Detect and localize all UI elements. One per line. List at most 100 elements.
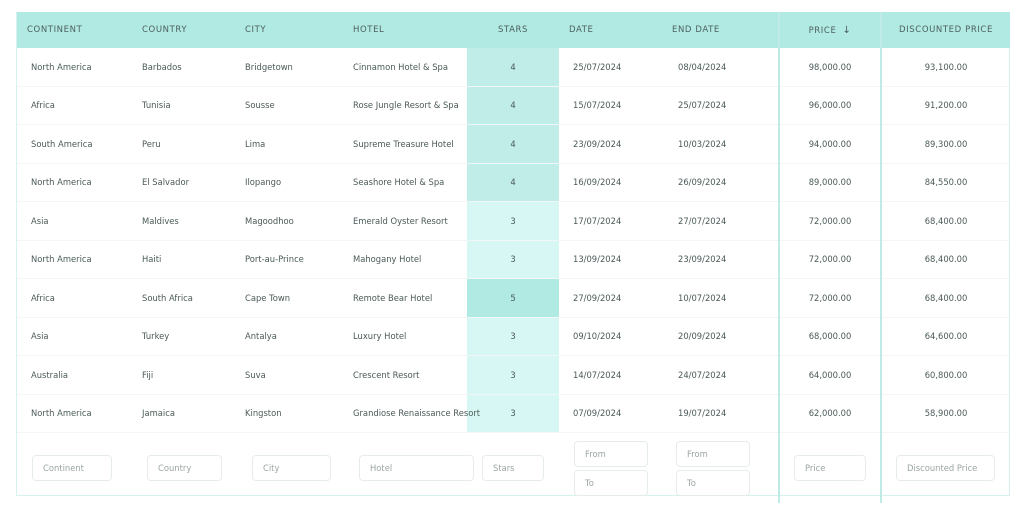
- cell-city: Port-au-Prince: [229, 240, 337, 279]
- date-range-filter: From To: [676, 440, 778, 496]
- column-header-label: END DATE: [672, 25, 720, 35]
- column-header-country[interactable]: COUNTRY: [126, 12, 229, 48]
- column-header-label: PRICE: [808, 25, 837, 36]
- cell-end-date: 26/09/2024: [662, 163, 779, 202]
- column-header-label: HOTEL: [353, 25, 385, 35]
- table-row[interactable]: Africa South Africa Cape Town Remote Bear H…: [17, 278, 1010, 318]
- cell-continent: Africa: [17, 278, 126, 318]
- cell-hotel: Seashore Hotel & Spa: [337, 163, 467, 202]
- cell-city: Sousse: [229, 86, 337, 125]
- table-row[interactable]: Asia Turkey Antalya Luxury Hotel 3 09/10/2024…: [17, 317, 1010, 356]
- date-to-input[interactable]: To: [574, 469, 648, 496]
- cell-hotel: Grandiose Renaissance Resort: [337, 394, 480, 433]
- cell-price: 68,000.00: [778, 317, 882, 356]
- cell-date: 14/07/2024: [559, 355, 662, 395]
- sort-descending-icon[interactable]: ↓: [842, 25, 851, 36]
- cell-hotel: Luxury Hotel: [337, 317, 467, 356]
- cell-stars: 3: [467, 201, 559, 241]
- filter-cell-date: From To: [559, 433, 662, 504]
- cell-continent: Asia: [17, 317, 126, 356]
- table-row[interactable]: North America Haiti Port-au-Prince Mahogany…: [17, 240, 1010, 279]
- table-row[interactable]: Australia Fiji Suva Crescent Resort 3 14/07/2…: [17, 355, 1010, 395]
- cell-date: 27/09/2024: [559, 278, 662, 318]
- cell-date: 09/10/2024: [559, 317, 662, 356]
- cell-end-date: 08/04/2024: [662, 48, 779, 87]
- country-filter-input[interactable]: Country: [147, 455, 222, 481]
- filter-cell-discounted-price: Discounted Price: [881, 433, 1010, 504]
- cell-price: 96,000.00: [778, 86, 882, 125]
- cell-city: Bridgetown: [229, 48, 337, 87]
- price-filter-input[interactable]: Price: [794, 455, 866, 481]
- cell-stars: 3: [467, 317, 559, 356]
- cell-end-date: 23/09/2024: [662, 240, 779, 279]
- cell-country: El Salvador: [126, 163, 229, 202]
- cell-end-date: 10/07/2024: [662, 278, 779, 318]
- cell-hotel: Crescent Resort: [337, 355, 467, 395]
- cell-country: Barbados: [126, 48, 229, 87]
- city-filter-input[interactable]: City: [252, 455, 331, 481]
- cell-price: 94,000.00: [778, 124, 882, 164]
- cell-city: Cape Town: [229, 278, 337, 318]
- cell-country: Fiji: [126, 355, 229, 395]
- cell-country: Maldives: [126, 201, 229, 241]
- table-row[interactable]: Africa Tunisia Sousse Rose Jungle Resort & …: [17, 86, 1010, 125]
- cell-discounted-price: 89,300.00: [881, 124, 1010, 164]
- end-date-to-input[interactable]: To: [676, 469, 750, 496]
- stars-filter-input[interactable]: Stars: [482, 455, 544, 481]
- hotel-filter-input[interactable]: Hotel: [359, 455, 474, 481]
- discounted-price-filter-input[interactable]: Discounted Price: [896, 455, 995, 481]
- cell-hotel: Emerald Oyster Resort: [337, 201, 467, 241]
- cell-stars: 3: [467, 240, 559, 279]
- cell-price: 72,000.00: [778, 278, 882, 318]
- header-row: CONTINENT COUNTRY CITY HOTEL STARS DATE …: [17, 12, 1010, 48]
- cell-city: Magoodhoo: [229, 201, 337, 241]
- cell-hotel: Rose Jungle Resort & Spa: [337, 86, 467, 125]
- cell-stars: 3: [467, 355, 559, 395]
- filter-cell-country: Country: [126, 433, 229, 504]
- filter-cell-price: Price: [778, 432, 882, 503]
- cell-city: Suva: [229, 355, 337, 395]
- column-header-stars[interactable]: STARS: [467, 12, 559, 48]
- cell-hotel: Mahogany Hotel: [337, 240, 467, 279]
- cell-date: 17/07/2024: [559, 201, 662, 241]
- cell-end-date: 10/03/2024: [662, 124, 779, 164]
- column-header-continent[interactable]: CONTINENT: [17, 12, 126, 48]
- cell-country: Turkey: [126, 317, 229, 356]
- end-date-from-input[interactable]: From: [676, 440, 750, 467]
- column-header-price[interactable]: PRICE ↓: [778, 12, 882, 48]
- cell-price: 89,000.00: [778, 163, 882, 202]
- cell-date: 13/09/2024: [559, 240, 662, 279]
- cell-country: Peru: [126, 124, 229, 164]
- hotel-table: CONTINENT COUNTRY CITY HOTEL STARS DATE …: [17, 12, 1010, 503]
- table-row[interactable]: South America Peru Lima Supreme Treasure Ho…: [17, 124, 1010, 164]
- column-header-label: DATE: [569, 25, 594, 35]
- cell-continent: North America: [17, 163, 126, 202]
- cell-continent: South America: [17, 124, 126, 164]
- column-header-hotel[interactable]: HOTEL: [337, 12, 467, 48]
- cell-stars: 4: [467, 163, 559, 202]
- column-header-discounted-price[interactable]: DISCOUNTED PRICE: [881, 12, 1010, 48]
- column-header-label: DISCOUNTED PRICE: [899, 25, 993, 35]
- cell-continent: North America: [17, 48, 126, 87]
- cell-stars: 5: [467, 278, 559, 318]
- table-row[interactable]: North America Barbados Bridgetown Cinnamon …: [17, 48, 1010, 87]
- cell-end-date: 20/09/2024: [662, 317, 779, 356]
- cell-price: 64,000.00: [778, 355, 882, 395]
- table-row[interactable]: Asia Maldives Magoodhoo Emerald Oyster Reso…: [17, 201, 1010, 241]
- cell-city: Kingston: [229, 394, 337, 433]
- cell-city: Lima: [229, 124, 337, 164]
- date-range-filter: From To: [574, 440, 662, 496]
- column-header-date[interactable]: DATE: [559, 12, 662, 48]
- cell-price: 72,000.00: [778, 240, 882, 279]
- table-row[interactable]: North America Jamaica Kingston Grandiose Re…: [17, 394, 1010, 433]
- cell-hotel: Cinnamon Hotel & Spa: [337, 48, 467, 87]
- continent-filter-input[interactable]: Continent: [32, 455, 112, 481]
- table-row[interactable]: North America El Salvador Ilopango Seashore…: [17, 163, 1010, 202]
- date-from-input[interactable]: From: [574, 440, 648, 467]
- column-header-city[interactable]: CITY: [229, 12, 337, 48]
- filter-cell-hotel: Hotel: [337, 433, 474, 504]
- filter-cell-continent: Continent: [17, 433, 126, 504]
- column-header-end-date[interactable]: END DATE: [662, 12, 779, 48]
- cell-city: Antalya: [229, 317, 337, 356]
- cell-hotel: Supreme Treasure Hotel: [337, 124, 467, 164]
